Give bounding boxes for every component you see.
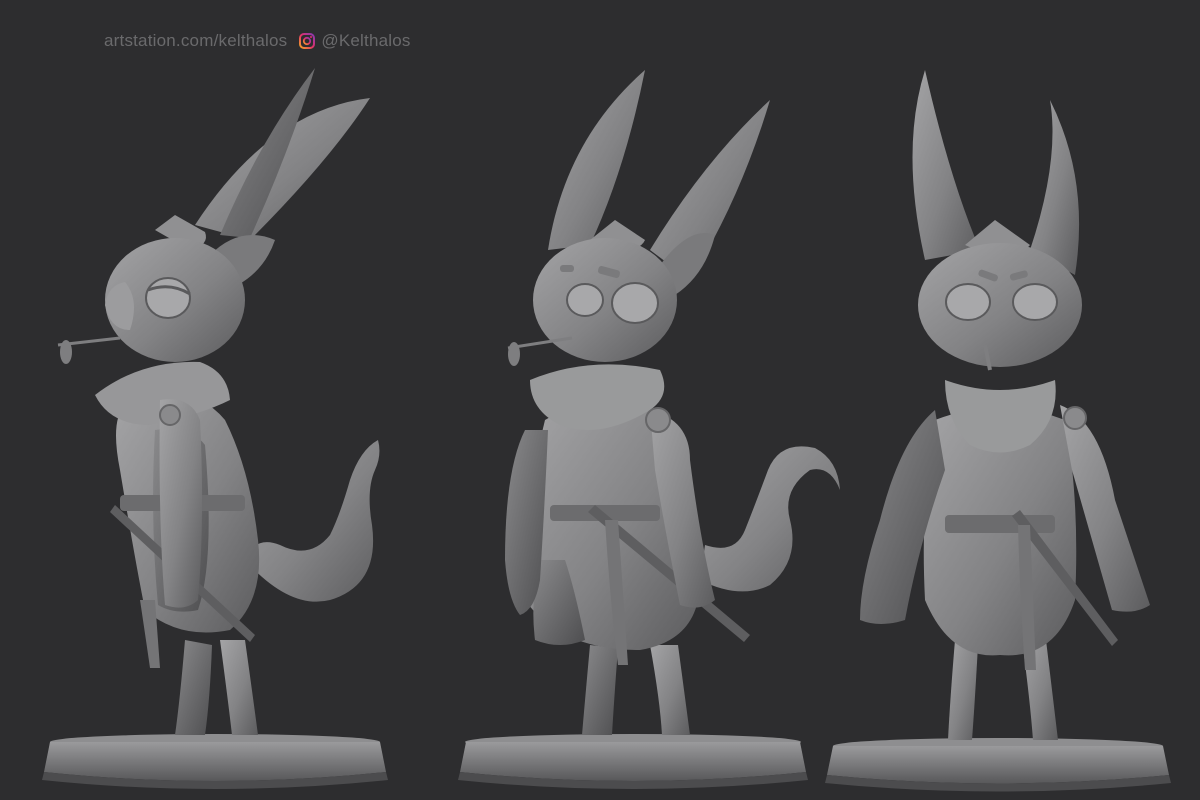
- pedestal: [42, 734, 388, 789]
- pedestal: [825, 738, 1171, 792]
- front-view: [825, 70, 1171, 792]
- pedestal: [458, 734, 808, 789]
- turnaround-render: artstation.com/kelthalos @Kelthalos: [0, 0, 1200, 800]
- arm: [159, 399, 203, 608]
- body: [525, 364, 750, 665]
- character-renders: [42, 68, 1171, 792]
- tail: [700, 446, 840, 592]
- three-quarter-view: [458, 70, 840, 789]
- side-view: [42, 68, 388, 789]
- legs: [175, 640, 258, 735]
- head: [57, 68, 370, 364]
- head: [507, 70, 770, 366]
- head: [912, 70, 1082, 371]
- legs: [582, 645, 690, 735]
- tail: [245, 440, 380, 602]
